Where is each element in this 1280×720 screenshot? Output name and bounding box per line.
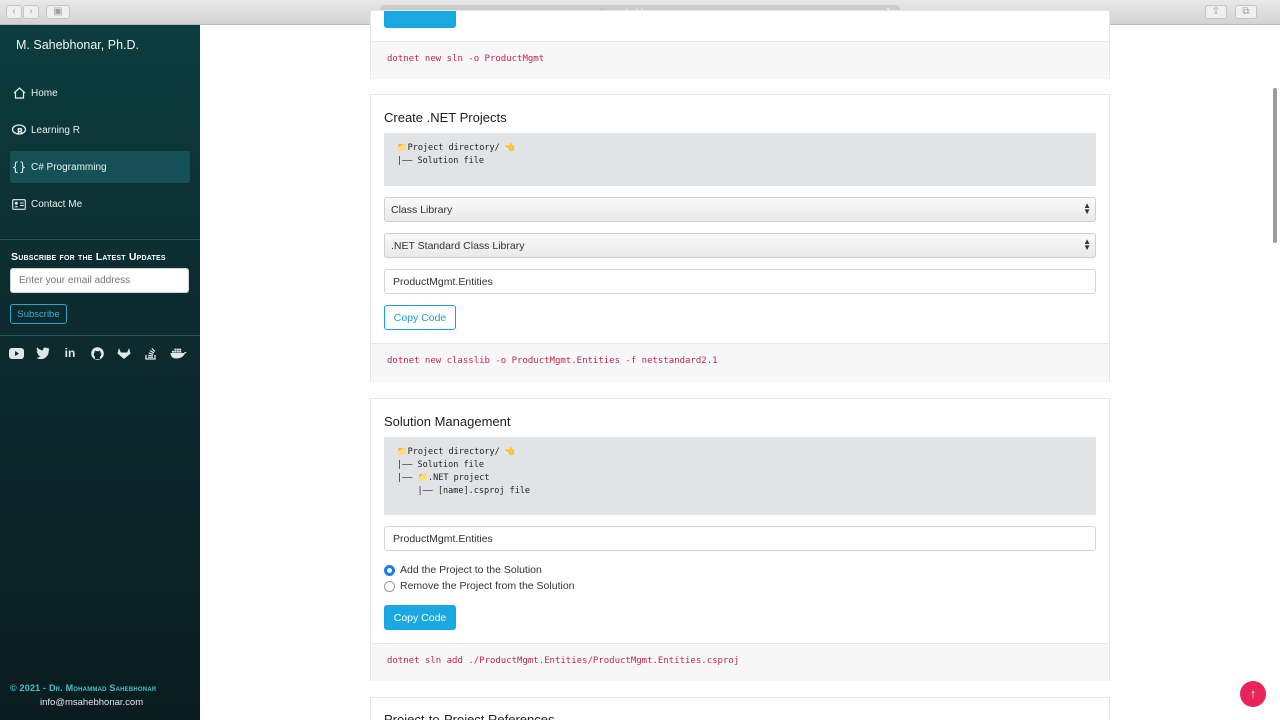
sidebar: M. Sahebhonar, Ph.D. Home R Learning R {…	[0, 25, 200, 720]
social-links: in	[7, 345, 187, 361]
tree-line: 📁Project directory/ 👈	[397, 143, 516, 153]
create-solution-card: dotnet new sln -o ProductMgmt	[370, 10, 1110, 79]
sidebar-item-label: C# Programming	[31, 161, 107, 173]
page-scrollbar[interactable]	[1273, 88, 1277, 243]
radio-add-project[interactable]: Add the Project to the Solution	[384, 564, 542, 576]
svg-text:R: R	[17, 127, 23, 136]
braces-icon: {}	[11, 160, 27, 174]
tree-line: |—— [name].csproj file	[397, 486, 531, 496]
sidebar-item-label: Learning R	[31, 124, 80, 136]
tree-line: |—— Solution file	[397, 156, 484, 166]
project-type-select[interactable]: Class Library ▲ ▼	[384, 197, 1096, 222]
tree-line: |—— Solution file	[397, 460, 484, 470]
select-arrows-icon: ▲ ▼	[1083, 237, 1091, 252]
card-title: Project-to-Project References	[384, 712, 555, 720]
footer-copyright: © 2021 - Dr. Mohammad Sahebhonar	[10, 683, 157, 693]
solution-management-card: Solution Management 📁Project directory/ …	[370, 398, 1110, 681]
stackoverflow-icon[interactable]	[142, 345, 160, 361]
command-text: dotnet new classlib -o ProductMgmt.Entit…	[387, 356, 718, 366]
radio-remove-project[interactable]: Remove the Project from the Solution	[384, 580, 575, 592]
radio-selected-icon[interactable]	[384, 564, 395, 576]
tabs-icon[interactable]: ⧉	[1235, 5, 1257, 19]
copy-code-button-partial[interactable]	[384, 11, 456, 28]
radio-label: Add the Project to the Solution	[400, 564, 542, 576]
directory-tree: 📁Project directory/ 👈 |—— Solution file |—…	[384, 437, 1096, 515]
github-icon[interactable]	[88, 345, 106, 361]
site-brand[interactable]: M. Sahebhonar, Ph.D.	[16, 38, 139, 52]
sidebar-item-label: Contact Me	[31, 198, 83, 210]
command-text: dotnet sln add ./ProductMgmt.Entities/Pr…	[387, 656, 740, 666]
subscribe-button[interactable]: Subscribe	[10, 304, 67, 324]
tree-line: |—— 📁.NET project	[397, 473, 490, 483]
code-output: dotnet sln add ./ProductMgmt.Entities/Pr…	[371, 643, 1109, 681]
subscribe-title: Subscribe for the Latest Updates	[11, 251, 166, 263]
email-input[interactable]	[10, 268, 189, 293]
sidebar-toggle-icon[interactable]: ▣	[46, 5, 70, 19]
linkedin-icon[interactable]: in	[61, 345, 79, 361]
share-icon[interactable]: ⇧	[1205, 5, 1227, 19]
create-projects-card: Create .NET Projects 📁Project directory/…	[370, 94, 1110, 382]
code-output: dotnet new classlib -o ProductMgmt.Entit…	[371, 343, 1109, 382]
directory-tree: 📁Project directory/ 👈 |—— Solution file	[384, 133, 1096, 186]
tree-line: 📁Project directory/ 👈	[397, 447, 516, 457]
select-value: .NET Standard Class Library	[391, 240, 525, 252]
project-references-card: Project-to-Project References	[370, 697, 1110, 720]
select-arrows-icon: ▲ ▼	[1083, 201, 1091, 216]
command-text: dotnet new sln -o ProductMgmt	[387, 54, 545, 64]
sidebar-menu: Home R Learning R {} C# Programming Cont…	[10, 77, 190, 225]
project-name-input[interactable]: ProductMgmt.Entities	[384, 526, 1096, 551]
contact-card-icon	[11, 197, 27, 211]
forward-icon[interactable]: ›	[23, 5, 39, 19]
sidebar-divider	[0, 335, 200, 336]
radio-label: Remove the Project from the Solution	[400, 580, 575, 592]
sidebar-divider	[0, 239, 200, 240]
twitter-icon[interactable]	[34, 345, 52, 361]
select-value: Class Library	[391, 204, 453, 216]
copy-code-button[interactable]: Copy Code	[384, 305, 456, 330]
youtube-icon[interactable]	[7, 345, 25, 361]
back-icon[interactable]: ‹	[6, 5, 22, 19]
card-title: Create .NET Projects	[384, 110, 507, 125]
copy-code-button[interactable]: Copy Code	[384, 605, 456, 630]
docker-icon[interactable]	[169, 345, 187, 361]
project-name-input[interactable]: ProductMgmt.Entities	[384, 269, 1096, 294]
home-icon	[11, 86, 27, 100]
sidebar-item-label: Home	[31, 87, 58, 99]
footer-email[interactable]: info@msahebhonar.com	[40, 697, 143, 708]
scroll-to-top-button[interactable]: ↑	[1240, 681, 1266, 707]
sidebar-item-home[interactable]: Home	[10, 77, 190, 109]
code-output: dotnet new sln -o ProductMgmt	[371, 41, 1109, 79]
gitlab-icon[interactable]	[115, 345, 133, 361]
framework-select[interactable]: .NET Standard Class Library ▲ ▼	[384, 233, 1096, 258]
card-title: Solution Management	[384, 414, 511, 429]
r-logo-icon: R	[11, 123, 27, 137]
sidebar-item-csharp[interactable]: {} C# Programming	[10, 151, 190, 183]
sidebar-item-learning-r[interactable]: R Learning R	[10, 114, 190, 146]
radio-unselected-icon[interactable]	[384, 580, 395, 592]
sidebar-item-contact[interactable]: Contact Me	[10, 188, 190, 220]
